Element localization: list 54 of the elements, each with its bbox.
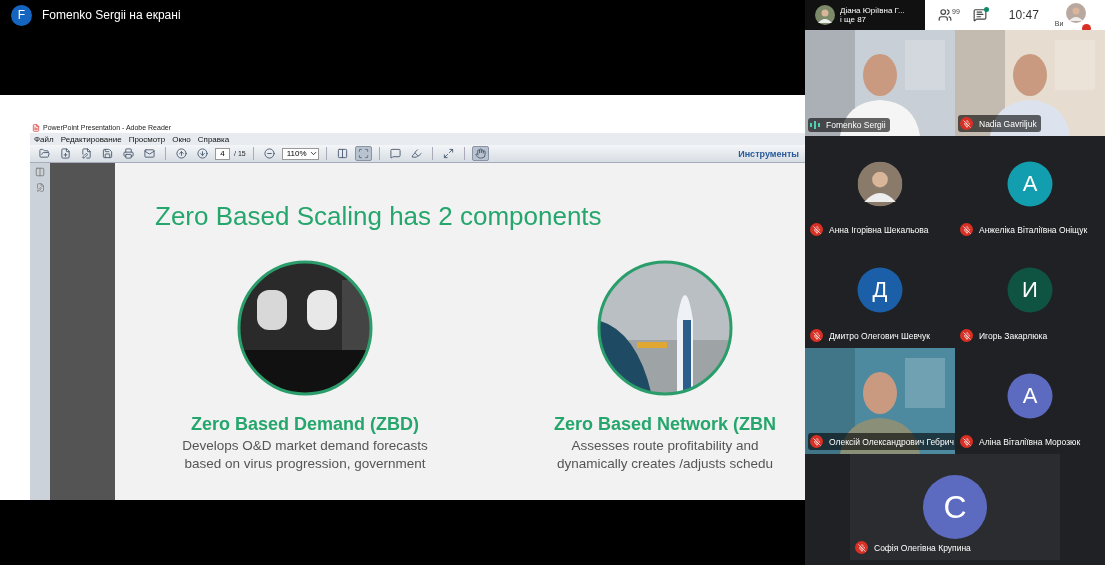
comment-icon[interactable] — [389, 148, 401, 159]
avatar: С — [923, 475, 987, 539]
participant-name: Анжеліка Віталіївна Оніщук — [979, 224, 1088, 235]
arrow-down-icon[interactable] — [197, 148, 208, 159]
tools-link[interactable]: Инструменты — [738, 148, 799, 159]
menu-item[interactable]: Окно — [172, 134, 191, 144]
component-text: based on virus progression, government — [184, 456, 426, 471]
menu-item[interactable]: Справка — [197, 134, 230, 144]
printer-icon[interactable] — [123, 148, 134, 159]
clock: 10:47 — [1008, 8, 1039, 22]
participant-name: Олексій Олександрович Гебрич — [829, 436, 954, 447]
component-text: Develops O&D market demand forecasts — [182, 438, 428, 453]
edit-file-icon[interactable] — [81, 148, 92, 159]
arrow-up-icon[interactable] — [176, 148, 187, 159]
participant-name: Софія Олегівна Крупина — [874, 542, 971, 553]
hand-tool-button[interactable] — [471, 146, 489, 161]
avatar: А — [1007, 373, 1053, 419]
participant-name: Игорь Закарлюка — [979, 330, 1048, 341]
component-text: Assesses route profitability and — [571, 438, 759, 453]
file-add-icon[interactable] — [60, 148, 71, 159]
participant-chip[interactable]: Діана Юріївна Г... і ще 87 — [805, 0, 925, 30]
save-icon[interactable] — [102, 148, 113, 159]
page-field[interactable]: 4 — [215, 147, 230, 160]
avatar: Д — [857, 267, 903, 313]
chat-icon[interactable] — [972, 8, 987, 22]
caret-icon[interactable] — [308, 149, 318, 158]
mail-icon[interactable] — [144, 148, 155, 159]
folder-icon[interactable] — [39, 148, 50, 159]
fit-page-button[interactable] — [354, 146, 372, 161]
menu-item[interactable]: Файл — [34, 134, 54, 144]
highlighter-icon[interactable] — [410, 148, 422, 159]
presenter-label: Fomenko Sergii на екрані — [42, 8, 181, 22]
slide-title: Zero Based Scaling has 2 components — [155, 201, 603, 232]
chip-more: і ще 87 — [840, 15, 868, 24]
zoom-field[interactable]: 110% — [281, 147, 319, 160]
people-icon[interactable] — [938, 8, 952, 22]
component-heading: Zero Based Demand (ZBD) — [190, 414, 419, 435]
fit-width-icon[interactable] — [336, 148, 348, 159]
zoom-out-icon[interactable] — [263, 148, 275, 159]
presenter-avatar: F — [11, 4, 32, 26]
avatar: И — [1007, 267, 1053, 313]
avatar: А — [1007, 161, 1053, 207]
menu-item[interactable]: Просмотр — [128, 134, 166, 144]
participant-name: Fomenko Sergii — [826, 120, 886, 130]
document-icon — [32, 123, 40, 132]
component-heading: Zero Based Network (ZBN — [553, 414, 776, 435]
participant-name: Аліна Віталіївна Морозюк — [979, 436, 1081, 447]
participant-name: Nadia Gavriljuk — [979, 118, 1037, 129]
component-text: dynamically creates /adjusts schedu — [556, 456, 774, 471]
menu-item[interactable]: Редактирование — [60, 134, 122, 144]
chip-name: Діана Юріївна Г... — [840, 6, 905, 15]
participant-name: Дмитро Олегович Шевчук — [829, 330, 930, 341]
expand-icon[interactable] — [442, 148, 454, 159]
participant-name: Анна Ігорівна Шекальова — [829, 224, 929, 235]
